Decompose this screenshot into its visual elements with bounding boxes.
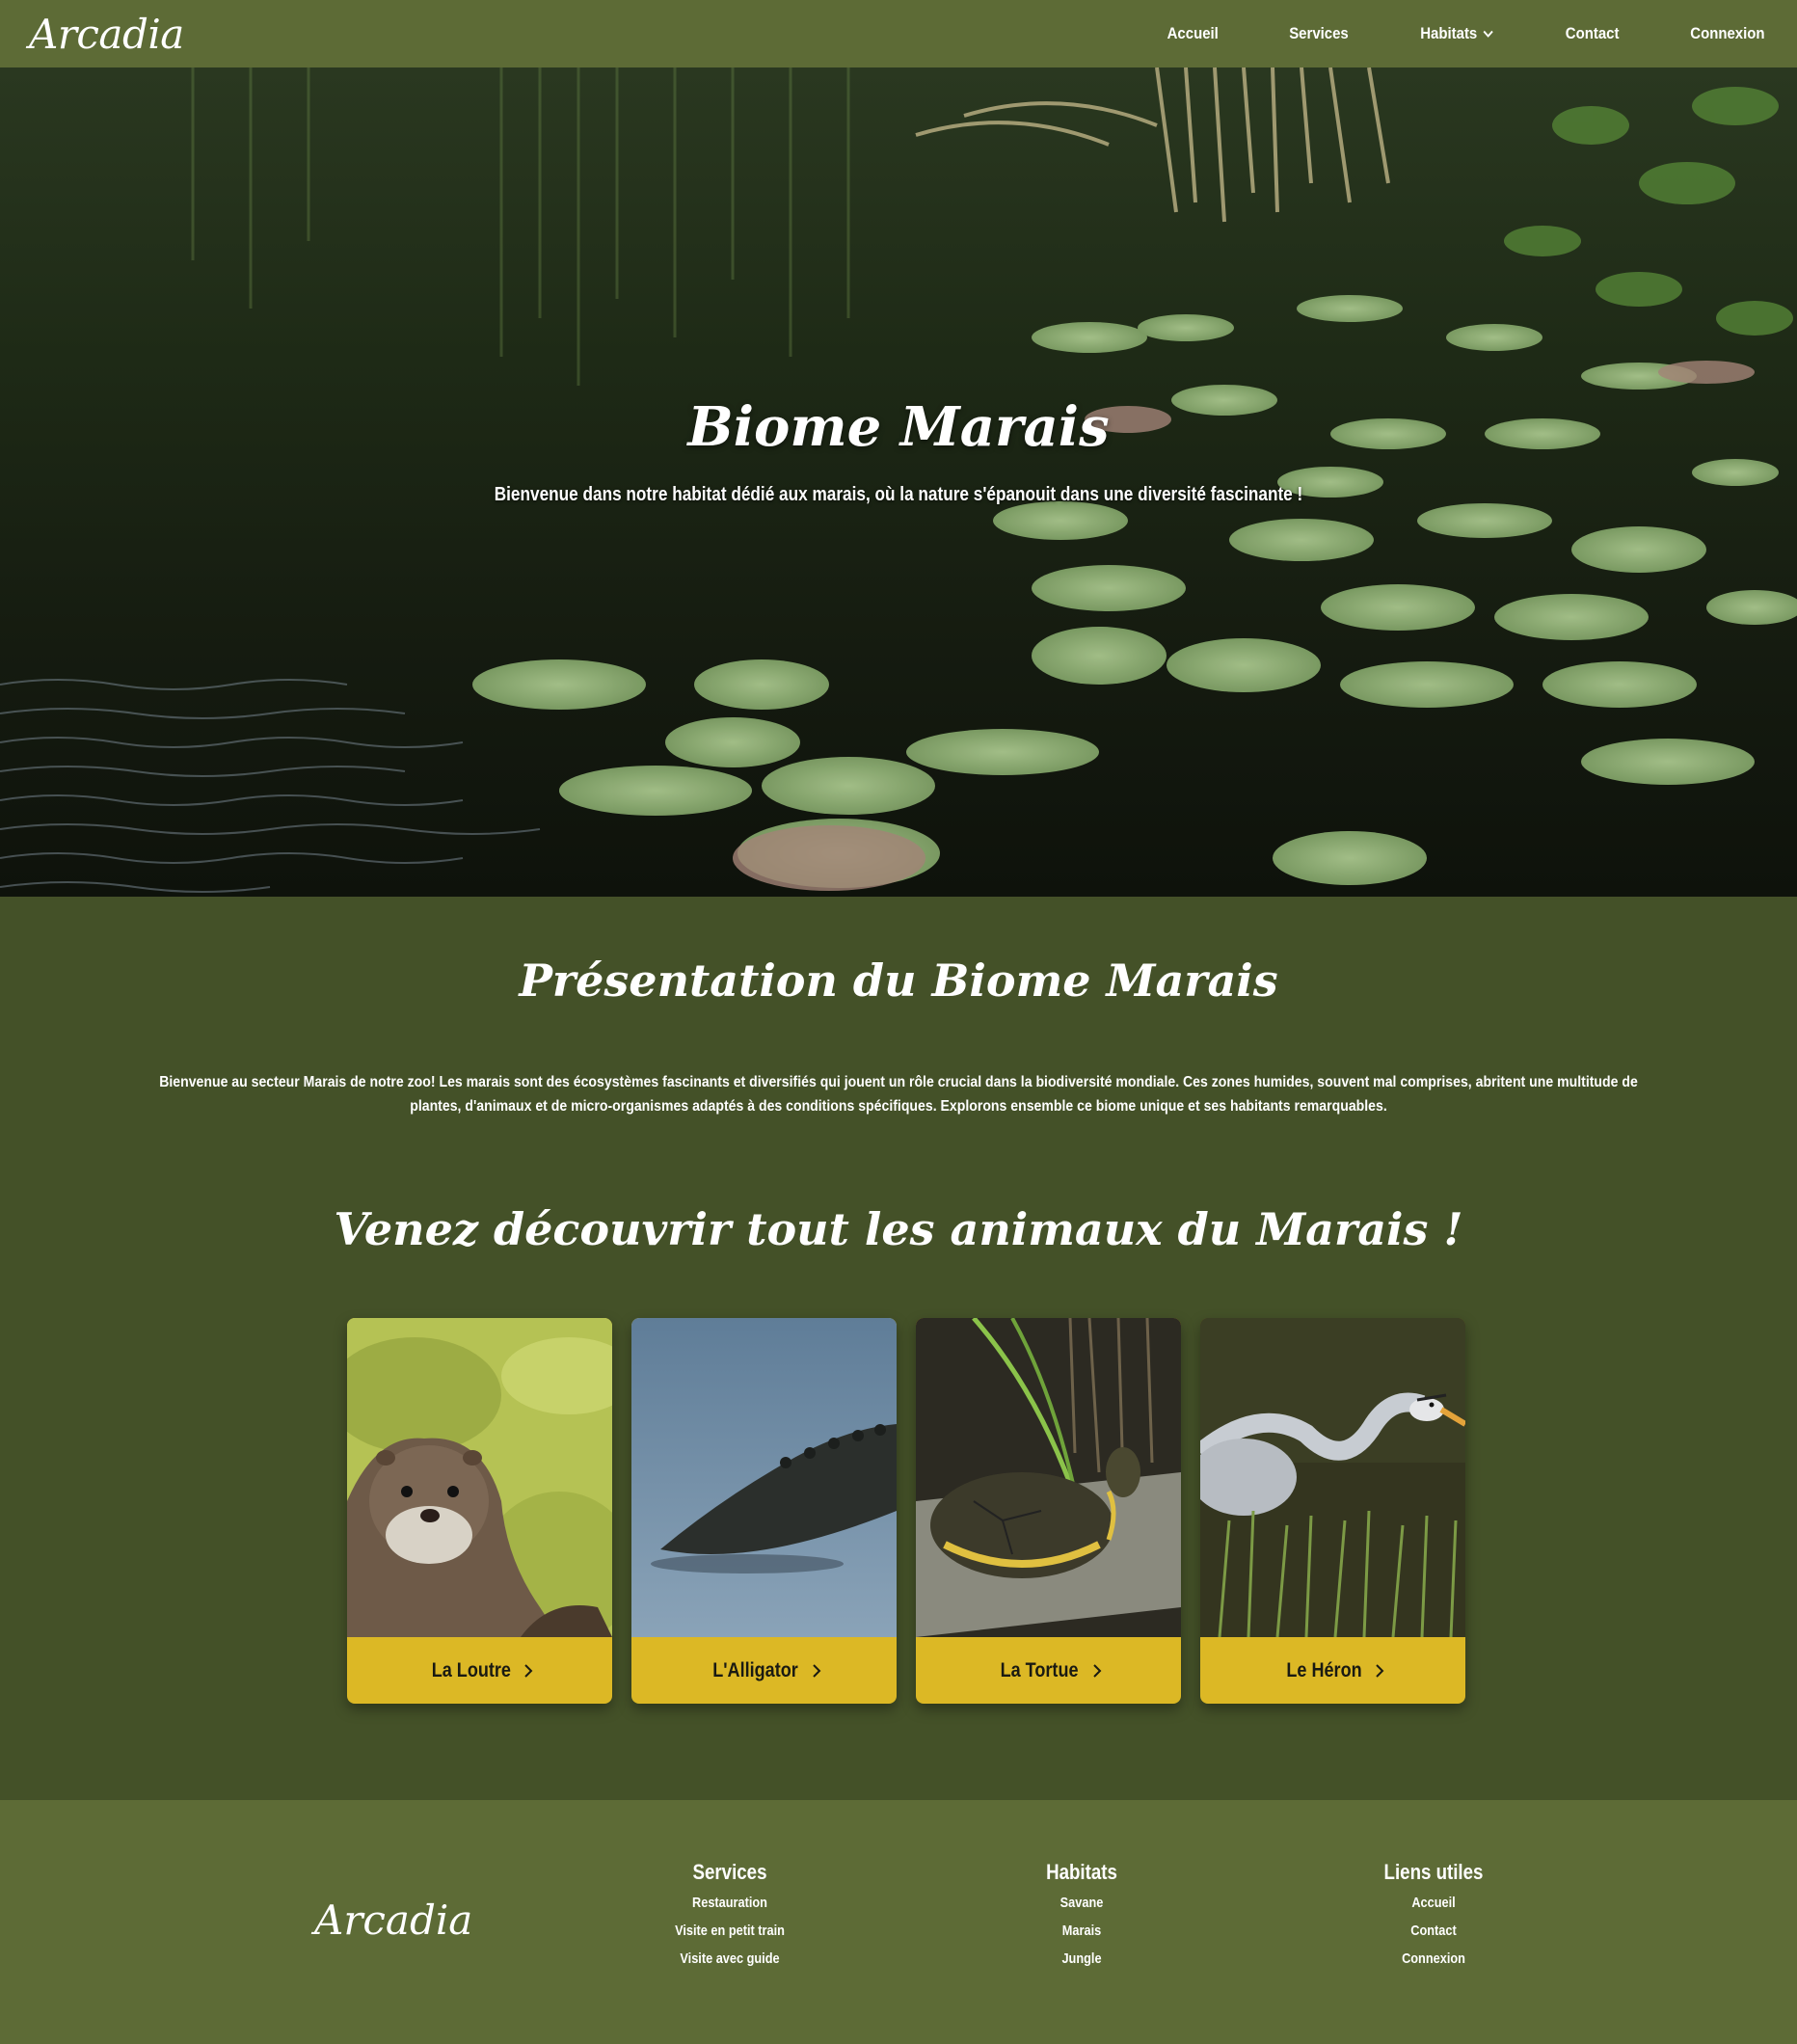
brand-logo[interactable]: Arcadia xyxy=(29,11,184,58)
footer-habitats-column: Habitats Savane Marais Jungle xyxy=(966,1860,1197,1978)
chevron-right-icon xyxy=(1092,1663,1101,1678)
footer-links-column: Liens utiles Accueil Contact Connexion xyxy=(1318,1860,1549,1978)
footer-brand-logo[interactable]: Arcadia xyxy=(314,1896,472,1944)
otter-card-label: La Loutre xyxy=(431,1658,511,1681)
hero-subtitle: Bienvenue dans notre habitat dédié aux m… xyxy=(494,484,1303,505)
footer-link-jungle[interactable]: Jungle xyxy=(983,1950,1180,1967)
nav-services[interactable]: Services xyxy=(1289,24,1349,43)
chevron-right-icon xyxy=(813,1663,821,1678)
footer-link-petit-train[interactable]: Visite en petit train xyxy=(631,1923,828,1939)
alligator-card-label: L'Alligator xyxy=(712,1658,798,1681)
hero-banner: Biome Marais Bienvenue dans notre habita… xyxy=(0,67,1797,897)
footer-services-title: Services xyxy=(692,1860,767,1884)
footer-services-column: Services Restauration Visite en petit tr… xyxy=(614,1860,845,1978)
top-navbar: Arcadia Accueil Services Habitats Contac… xyxy=(0,0,1797,67)
chevron-right-icon xyxy=(1376,1663,1384,1678)
alligator-card-button[interactable]: L'Alligator xyxy=(631,1637,897,1704)
animal-card-turtle[interactable]: La Tortue xyxy=(916,1318,1181,1704)
animal-card-alligator[interactable]: L'Alligator xyxy=(631,1318,897,1704)
turtle-photo xyxy=(916,1318,1181,1637)
footer-link-restauration[interactable]: Restauration xyxy=(631,1895,828,1911)
footer-links-title: Liens utiles xyxy=(1383,1860,1484,1884)
otter-photo xyxy=(347,1318,612,1637)
presentation-text: Bienvenue au secteur Marais de notre zoo… xyxy=(159,1074,1638,1115)
footer-habitats-title: Habitats xyxy=(1046,1860,1117,1884)
nav-home[interactable]: Accueil xyxy=(1167,24,1219,43)
footer-link-marais[interactable]: Marais xyxy=(983,1923,1180,1939)
turtle-card-button[interactable]: La Tortue xyxy=(916,1637,1181,1704)
animal-cards: La Loutre L'Alligator La Tortue Le Héron xyxy=(347,1318,1465,1704)
footer-link-savane[interactable]: Savane xyxy=(983,1895,1180,1911)
footer-link-connexion[interactable]: Connexion xyxy=(1335,1950,1532,1967)
alligator-photo xyxy=(631,1318,897,1637)
chevron-down-icon xyxy=(1483,30,1493,38)
nav-habitats-dropdown[interactable]: Habitats xyxy=(1420,24,1494,43)
hero-title: Biome Marais xyxy=(687,395,1110,459)
presentation-title: Présentation du Biome Marais xyxy=(519,955,1278,1007)
nav-login[interactable]: Connexion xyxy=(1690,24,1764,43)
animal-card-heron[interactable]: Le Héron xyxy=(1200,1318,1465,1704)
heron-card-label: Le Héron xyxy=(1286,1658,1362,1681)
heron-card-button[interactable]: Le Héron xyxy=(1200,1637,1465,1704)
site-footer: Arcadia Services Restauration Visite en … xyxy=(0,1800,1797,2044)
nav-contact[interactable]: Contact xyxy=(1566,24,1620,43)
footer-link-contact[interactable]: Contact xyxy=(1335,1923,1532,1939)
animals-section-title: Venez découvrir tout les animaux du Mara… xyxy=(334,1203,1463,1255)
footer-link-visite-guide[interactable]: Visite avec guide xyxy=(631,1950,828,1967)
main-nav: Accueil Services Habitats Contact Connex… xyxy=(1164,24,1770,43)
turtle-card-label: La Tortue xyxy=(1001,1658,1079,1681)
otter-card-button[interactable]: La Loutre xyxy=(347,1637,612,1704)
heron-photo xyxy=(1200,1318,1465,1637)
chevron-right-icon xyxy=(524,1663,533,1678)
marsh-background-image xyxy=(0,67,1797,897)
nav-habitats-label: Habitats xyxy=(1420,24,1478,42)
footer-link-accueil[interactable]: Accueil xyxy=(1335,1895,1532,1911)
animal-card-otter[interactable]: La Loutre xyxy=(347,1318,612,1704)
